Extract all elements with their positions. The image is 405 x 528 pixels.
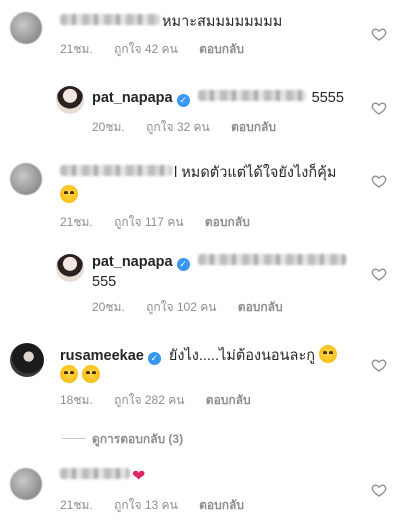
comment-reply: pat_napapa ✓ 555 20ชม. ถูกใจ 102 คน ตอบกล… <box>0 248 405 318</box>
comment-reply: pat_napapa ✓ 5555 20ชม. ถูกใจ 32 คน ตอบกล… <box>0 80 405 140</box>
comment-body: pat_napapa ✓ <box>92 252 348 272</box>
grinning-face-emoji <box>60 365 78 383</box>
comment-body: pat_napapa ✓ 5555 <box>92 88 344 108</box>
blurred-mention[interactable] <box>197 90 306 101</box>
avatar[interactable] <box>10 12 42 44</box>
heart-outline-icon[interactable] <box>371 173 387 189</box>
reply-button[interactable]: ตอบกลับ <box>231 120 276 134</box>
comment-meta: 21ชม. ถูกใจ 13 คน ตอบกลับ <box>60 496 262 515</box>
heart-outline-icon[interactable] <box>371 266 387 282</box>
verified-badge-icon: ✓ <box>176 258 190 271</box>
comment-time: 21ชม. <box>60 215 93 229</box>
verified-badge-icon: ✓ <box>147 352 161 365</box>
comment-time: 20ชม. <box>92 300 125 314</box>
divider <box>62 438 86 439</box>
comment: rusameekae ✓ ยังไง.....ไม่ต้องนอนละกู 18ช… <box>0 335 405 415</box>
comment-meta: 18ชม. ถูกใจ 282 คน ตอบกลับ <box>60 391 269 410</box>
blurred-username[interactable] <box>60 468 130 479</box>
view-replies-button[interactable]: ดูการตอบกลับ (3) <box>62 430 183 449</box>
comment: ❤ 21ชม. ถูกใจ 13 คน ตอบกลับ <box>0 460 405 528</box>
grinning-face-emoji <box>82 365 101 383</box>
blurred-mention[interactable] <box>197 254 346 265</box>
comment-text-line: 555 <box>92 272 116 292</box>
reply-button[interactable]: ตอบกลับ <box>199 42 244 56</box>
comment-body: l หมดตัวแต่ได้ใจยังไงก็คุ้ม <box>60 163 336 183</box>
heart-outline-icon[interactable] <box>371 100 387 116</box>
grinning-face-emoji <box>319 345 338 363</box>
comment-meta: 20ชม. ถูกใจ 102 คน ตอบกลับ <box>92 298 301 317</box>
reply-button[interactable]: ตอบกลับ <box>238 300 283 314</box>
comment-time: 21ชม. <box>60 498 93 512</box>
comment-likes[interactable]: ถูกใจ 282 คน <box>114 393 184 407</box>
comment-time: 21ชม. <box>60 42 93 56</box>
red-heart-emoji: ❤ <box>132 468 146 485</box>
comment-body: rusameekae ✓ ยังไง.....ไม่ต้องนอนละกู <box>60 345 338 366</box>
comment-body: ❤ <box>60 466 145 487</box>
comment-likes[interactable]: ถูกใจ 117 คน <box>114 215 183 229</box>
comment-text: 555 <box>92 274 117 290</box>
avatar[interactable] <box>10 343 44 377</box>
heart-outline-icon[interactable] <box>371 26 387 42</box>
verified-badge-icon: ✓ <box>176 94 190 107</box>
comment-text: หมาะสมมมมมมมม <box>162 14 283 30</box>
comment-meta: 21ชม. ถูกใจ 117 คน ตอบกลับ <box>60 213 268 232</box>
comment-emoji-line <box>60 185 78 206</box>
avatar[interactable] <box>56 254 84 282</box>
reply-button[interactable]: ตอบกลับ <box>199 498 244 512</box>
comment: หมาะสมมมมมมมม 21ชม. ถูกใจ 42 คน ตอบกลับ <box>0 0 405 60</box>
comment-time: 20ชม. <box>92 120 125 134</box>
comment-likes[interactable]: ถูกใจ 32 คน <box>146 120 210 134</box>
heart-outline-icon[interactable] <box>371 357 387 373</box>
comment-meta: 21ชม. ถูกใจ 42 คน ตอบกลับ <box>60 40 262 59</box>
grinning-face-emoji <box>60 185 78 203</box>
comment-text: 5555 <box>311 90 344 106</box>
comment-likes[interactable]: ถูกใจ 42 คน <box>114 42 178 56</box>
avatar[interactable] <box>10 468 42 500</box>
comment-text: ยังไง.....ไม่ต้องนอนละกู <box>168 348 316 364</box>
username[interactable]: rusameekae <box>60 348 144 364</box>
comment: l หมดตัวแต่ได้ใจยังไงก็คุ้ม 21ชม. ถูกใจ … <box>0 155 405 235</box>
blurred-username[interactable] <box>60 165 172 176</box>
username[interactable]: pat_napapa <box>92 254 173 270</box>
heart-outline-icon[interactable] <box>371 482 387 498</box>
comment-emoji-line <box>60 365 101 386</box>
comment-text: l หมดตัวแต่ได้ใจยังไงก็คุ้ม <box>174 165 337 181</box>
comment-time: 18ชม. <box>60 393 93 407</box>
comment-meta: 20ชม. ถูกใจ 32 คน ตอบกลับ <box>92 118 294 137</box>
view-replies-label[interactable]: ดูการตอบกลับ (3) <box>92 432 183 446</box>
avatar[interactable] <box>56 86 84 114</box>
comment-likes[interactable]: ถูกใจ 102 คน <box>146 300 216 314</box>
blurred-username[interactable] <box>60 14 160 25</box>
comment-body: หมาะสมมมมมมมม <box>60 12 282 32</box>
reply-button[interactable]: ตอบกลับ <box>205 215 250 229</box>
reply-button[interactable]: ตอบกลับ <box>206 393 251 407</box>
username[interactable]: pat_napapa <box>92 90 173 106</box>
avatar[interactable] <box>10 163 42 195</box>
comment-likes[interactable]: ถูกใจ 13 คน <box>114 498 178 512</box>
